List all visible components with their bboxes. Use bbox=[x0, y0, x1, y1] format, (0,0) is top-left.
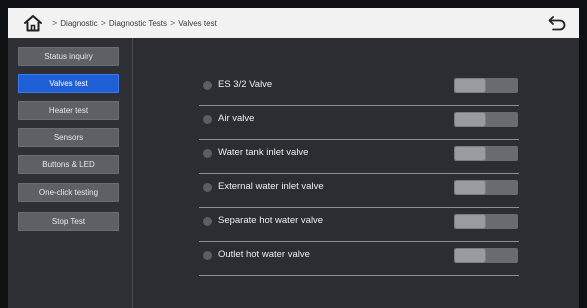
valve-label: Water tank inlet valve bbox=[218, 147, 309, 158]
sidebar-item-sensors[interactable]: Sensors bbox=[18, 128, 119, 147]
status-dot-icon bbox=[203, 81, 212, 90]
sidebar-item-one-click-testing[interactable]: One-click testing bbox=[18, 183, 119, 202]
breadcrumb-item-diagnostic[interactable]: Diagnostic bbox=[60, 19, 97, 28]
valve-row: ES 3/2 Valve bbox=[199, 72, 519, 106]
status-dot-icon bbox=[203, 115, 212, 124]
status-dot-icon bbox=[203, 183, 212, 192]
sidebar-item-heater-test[interactable]: Heater test bbox=[18, 101, 119, 120]
sidebar-item-valves-test[interactable]: Valves test bbox=[18, 74, 119, 93]
status-dot-icon bbox=[203, 251, 212, 260]
valve-label: Separate hot water valve bbox=[218, 215, 324, 226]
valve-row: Outlet hot water valve bbox=[199, 242, 519, 276]
valve-toggle-es-3-2[interactable] bbox=[454, 78, 518, 93]
back-arrow-icon[interactable] bbox=[547, 14, 567, 32]
breadcrumb-item-diagnostic-tests[interactable]: Diagnostic Tests bbox=[109, 19, 167, 28]
home-icon[interactable] bbox=[23, 14, 43, 32]
status-dot-icon bbox=[203, 217, 212, 226]
valve-row: Separate hot water valve bbox=[199, 208, 519, 242]
toggle-knob bbox=[455, 215, 485, 228]
status-dot-icon bbox=[203, 149, 212, 158]
toggle-knob bbox=[455, 249, 485, 262]
valve-toggle-water-tank-inlet[interactable] bbox=[454, 146, 518, 161]
valve-toggle-outlet-hot-water[interactable] bbox=[454, 248, 518, 263]
toggle-knob bbox=[455, 113, 485, 126]
valve-row: Water tank inlet valve bbox=[199, 140, 519, 174]
valve-label: Air valve bbox=[218, 113, 255, 124]
toggle-knob bbox=[455, 181, 485, 194]
content-area: Status inquiry Valves test Heater test S… bbox=[8, 38, 579, 308]
sidebar: Status inquiry Valves test Heater test S… bbox=[8, 38, 133, 308]
valve-label: External water inlet valve bbox=[218, 181, 324, 192]
breadcrumb-separator: > bbox=[52, 18, 58, 28]
stop-test-button[interactable]: Stop Test bbox=[18, 212, 119, 231]
breadcrumb-separator: > bbox=[170, 18, 176, 28]
breadcrumb: > Diagnostic > Diagnostic Tests > Valves… bbox=[49, 18, 217, 28]
header-bar: > Diagnostic > Diagnostic Tests > Valves… bbox=[8, 8, 579, 38]
valves-test-screen: > Diagnostic > Diagnostic Tests > Valves… bbox=[0, 0, 587, 308]
valve-toggle-separate-hot-water[interactable] bbox=[454, 214, 518, 229]
valve-label: ES 3/2 Valve bbox=[218, 79, 273, 90]
toggle-knob bbox=[455, 147, 485, 160]
breadcrumb-separator: > bbox=[100, 18, 106, 28]
valve-toggle-air[interactable] bbox=[454, 112, 518, 127]
toggle-knob bbox=[455, 79, 485, 92]
valve-label: Outlet hot water valve bbox=[218, 249, 310, 260]
valves-panel: ES 3/2 Valve Air valve Water tank inlet … bbox=[133, 38, 579, 308]
valve-toggle-external-water-inlet[interactable] bbox=[454, 180, 518, 195]
valve-row: External water inlet valve bbox=[199, 174, 519, 208]
sidebar-item-status-inquiry[interactable]: Status inquiry bbox=[18, 47, 119, 66]
breadcrumb-item-valves-test: Valves test bbox=[178, 18, 217, 28]
valve-row: Air valve bbox=[199, 106, 519, 140]
sidebar-item-buttons-led[interactable]: Buttons & LED bbox=[18, 155, 119, 174]
